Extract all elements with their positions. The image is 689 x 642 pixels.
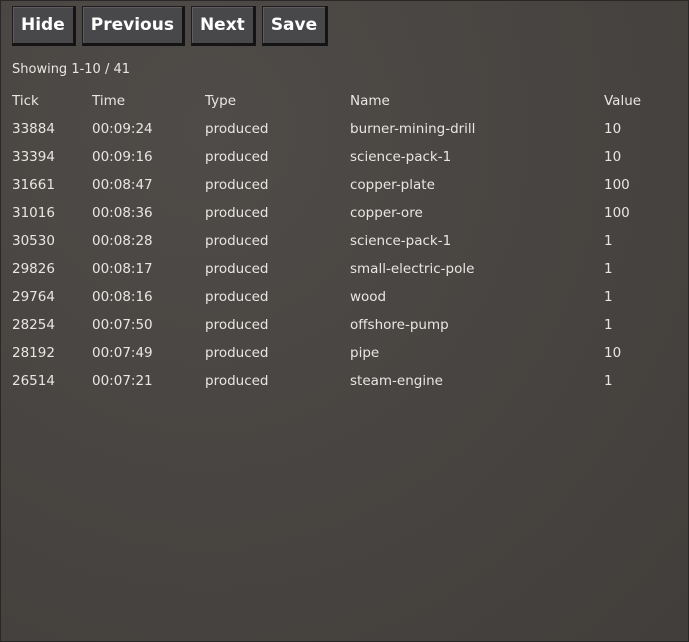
header-time: Time <box>92 93 126 109</box>
cell-name: copper-ore <box>350 205 423 221</box>
table-row: 30530 00:08:28 produced science-pack-1 1 <box>1 233 689 253</box>
cell-tick: 33884 <box>12 121 55 137</box>
cell-tick: 28192 <box>12 345 55 361</box>
cell-value: 10 <box>604 149 622 165</box>
pagination-status: Showing 1-10 / 41 <box>12 62 131 77</box>
cell-value: 100 <box>604 205 630 221</box>
cell-name: science-pack-1 <box>350 149 452 165</box>
cell-time: 00:07:49 <box>92 345 153 361</box>
cell-tick: 30530 <box>12 233 55 249</box>
cell-value: 1 <box>604 261 613 277</box>
cell-name: steam-engine <box>350 373 443 389</box>
toolbar: Hide Previous Next Save <box>12 6 329 46</box>
header-tick: Tick <box>12 93 39 109</box>
cell-name: small-electric-pole <box>350 261 475 277</box>
cell-tick: 31016 <box>12 205 55 221</box>
table-row: 28254 00:07:50 produced offshore-pump 1 <box>1 317 689 337</box>
cell-name: offshore-pump <box>350 317 449 333</box>
table-row: 29826 00:08:17 produced small-electric-pole… <box>1 261 689 281</box>
cell-time: 00:08:47 <box>92 177 153 193</box>
table-row: 28192 00:07:49 produced pipe 10 <box>1 345 689 365</box>
cell-type: produced <box>205 121 269 137</box>
cell-time: 00:08:28 <box>92 233 153 249</box>
cell-value: 1 <box>604 233 613 249</box>
log-panel: Hide Previous Next Save Showing 1-10 / 4… <box>0 0 689 642</box>
cell-tick: 33394 <box>12 149 55 165</box>
cell-name: science-pack-1 <box>350 233 452 249</box>
cell-tick: 29826 <box>12 261 55 277</box>
cell-tick: 26514 <box>12 373 55 389</box>
table-row: 31016 00:08:36 produced copper-ore 100 <box>1 205 689 225</box>
cell-time: 00:07:50 <box>92 317 153 333</box>
cell-tick: 29764 <box>12 289 55 305</box>
cell-time: 00:08:36 <box>92 205 153 221</box>
cell-time: 00:09:16 <box>92 149 153 165</box>
cell-type: produced <box>205 261 269 277</box>
cell-time: 00:09:24 <box>92 121 153 137</box>
cell-name: pipe <box>350 345 380 361</box>
cell-time: 00:08:17 <box>92 261 153 277</box>
table-row: 33884 00:09:24 produced burner-mining-drill… <box>1 121 689 141</box>
cell-value: 10 <box>604 345 622 361</box>
cell-value: 100 <box>604 177 630 193</box>
previous-button[interactable]: Previous <box>81 6 185 46</box>
save-button[interactable]: Save <box>261 6 329 46</box>
cell-type: produced <box>205 345 269 361</box>
cell-tick: 28254 <box>12 317 55 333</box>
hide-button[interactable]: Hide <box>12 6 76 46</box>
cell-name: copper-plate <box>350 177 435 193</box>
header-type: Type <box>205 93 237 109</box>
cell-tick: 31661 <box>12 177 55 193</box>
cell-time: 00:07:21 <box>92 373 153 389</box>
cell-type: produced <box>205 289 269 305</box>
cell-name: wood <box>350 289 387 305</box>
cell-type: produced <box>205 177 269 193</box>
cell-type: produced <box>205 205 269 221</box>
table-header: Tick Time Type Name Value <box>1 93 689 113</box>
cell-value: 1 <box>604 317 613 333</box>
cell-value: 1 <box>604 373 613 389</box>
table-row: 31661 00:08:47 produced copper-plate 100 <box>1 177 689 197</box>
next-button[interactable]: Next <box>190 6 256 46</box>
cell-type: produced <box>205 373 269 389</box>
cell-name: burner-mining-drill <box>350 121 476 137</box>
cell-type: produced <box>205 149 269 165</box>
cell-value: 10 <box>604 121 622 137</box>
cell-value: 1 <box>604 289 613 305</box>
table-row: 29764 00:08:16 produced wood 1 <box>1 289 689 309</box>
cell-type: produced <box>205 233 269 249</box>
cell-time: 00:08:16 <box>92 289 153 305</box>
header-name: Name <box>350 93 390 109</box>
header-value: Value <box>604 93 642 109</box>
table-row: 33394 00:09:16 produced science-pack-1 10 <box>1 149 689 169</box>
table-row: 26514 00:07:21 produced steam-engine 1 <box>1 373 689 393</box>
cell-type: produced <box>205 317 269 333</box>
